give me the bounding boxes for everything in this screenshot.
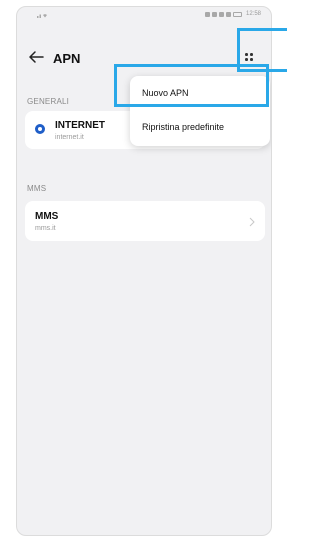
alarm-icon	[225, 11, 231, 17]
bluetooth-icon	[218, 11, 224, 17]
chevron-right-icon	[249, 217, 255, 227]
section-label-general: GENERALI	[27, 97, 70, 106]
apn-name: MMS	[35, 211, 59, 222]
apn-name: INTERNET	[55, 120, 105, 131]
status-time: 12:58	[245, 11, 261, 17]
apn-item-mms[interactable]: MMS mms.it	[25, 201, 265, 241]
status-bar: 12:58	[17, 7, 271, 23]
vibrate-icon	[211, 11, 217, 17]
arrow-left-icon[interactable]	[27, 49, 45, 65]
status-icons: 12:58	[204, 11, 261, 17]
apn-value: mms.it	[35, 225, 56, 232]
apn-value: internet.it	[55, 134, 84, 141]
section-label-mms: MMS	[27, 184, 47, 193]
battery-icon	[232, 11, 242, 17]
nfc-icon	[204, 11, 210, 17]
menu-item-reset-defaults[interactable]: Ripristina predefinite	[142, 122, 224, 132]
page-title: APN	[53, 51, 81, 66]
highlight-more-button	[237, 28, 287, 72]
signal-wifi-icon	[37, 14, 47, 18]
radio-selected-icon[interactable]	[35, 124, 45, 134]
